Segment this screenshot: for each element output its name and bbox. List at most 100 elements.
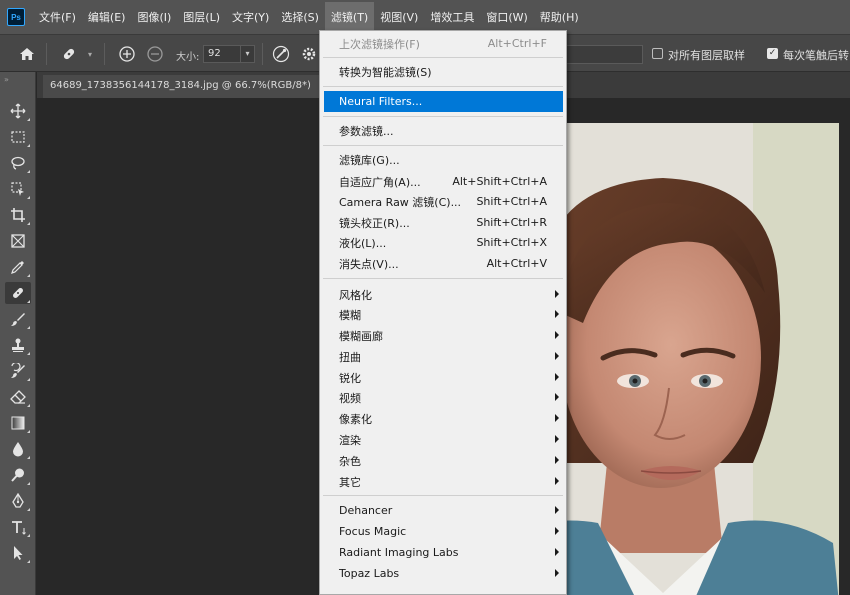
menu-item-shortcut: Shift+Ctrl+A: [476, 195, 547, 208]
menu-item-other[interactable]: 其它: [321, 471, 565, 492]
pen-tool-icon[interactable]: [5, 490, 31, 512]
frame-tool-icon[interactable]: [5, 230, 31, 252]
menu-separator: [323, 495, 563, 496]
healing-brush-preset-icon[interactable]: [56, 43, 82, 65]
menu-item-label: 模糊: [339, 308, 361, 322]
menu-help[interactable]: 帮助(H): [534, 2, 585, 32]
menu-item-topaz-labs[interactable]: Topaz Labs: [321, 563, 565, 584]
menu-item-pixelate[interactable]: 像素化: [321, 408, 565, 429]
menu-item-label: 风格化: [339, 288, 372, 302]
menu-filter[interactable]: 滤镜(T): [324, 2, 375, 32]
menu-item-label: 镜头校正(R)...: [339, 216, 410, 230]
menu-item-dehancer[interactable]: Dehancer: [321, 500, 565, 521]
stroke-option-checkbox[interactable]: ✓: [767, 48, 778, 59]
menu-item-stylize[interactable]: 风格化: [321, 284, 565, 305]
object-selection-tool-icon[interactable]: [5, 178, 31, 200]
healing-brush-tool-icon[interactable]: [5, 282, 31, 304]
menu-item-label: Neural Filters...: [339, 95, 423, 108]
menu-layer[interactable]: 图层(L): [177, 2, 226, 32]
menu-item-sharpen[interactable]: 锐化: [321, 367, 565, 388]
gradient-tool-icon[interactable]: [5, 412, 31, 434]
menu-plugins[interactable]: 增效工具: [424, 2, 480, 32]
marquee-tool-icon[interactable]: [5, 126, 31, 148]
menu-image[interactable]: 图像(I): [131, 2, 177, 32]
history-brush-tool-icon[interactable]: [5, 360, 31, 382]
add-mode-icon[interactable]: [116, 43, 138, 65]
clone-stamp-tool-icon[interactable]: [5, 334, 31, 356]
menu-item-camera-raw-filter[interactable]: Camera Raw 滤镜(C)... Shift+Ctrl+A: [321, 191, 565, 212]
menu-item-label: 杂色: [339, 454, 361, 468]
menu-item-lens-correction[interactable]: 镜头校正(R)... Shift+Ctrl+R: [321, 212, 565, 233]
menu-separator: [323, 86, 563, 87]
submenu-arrow-icon: [555, 548, 559, 556]
menu-item-filter-gallery[interactable]: 滤镜库(G)...: [321, 149, 565, 170]
menu-window[interactable]: 窗口(W): [480, 2, 533, 32]
menu-item-last-filter[interactable]: 上次滤镜操作(F) Alt+Ctrl+F: [321, 33, 565, 54]
menu-item-noise[interactable]: 杂色: [321, 450, 565, 471]
menu-view[interactable]: 视图(V): [374, 2, 424, 32]
menu-separator: [323, 57, 563, 58]
menu-item-label: 上次滤镜操作(F): [339, 37, 420, 51]
path-selection-tool-icon[interactable]: [5, 542, 31, 564]
menu-item-vanishing-point[interactable]: 消失点(V)... Alt+Ctrl+V: [321, 253, 565, 274]
menu-item-label: Radiant Imaging Labs: [339, 546, 459, 559]
home-icon[interactable]: [14, 43, 40, 65]
menu-item-label: Topaz Labs: [339, 567, 400, 580]
menu-item-shortcut: Alt+Shift+Ctrl+A: [452, 175, 547, 188]
menu-item-label: 转换为智能滤镜(S): [339, 65, 432, 79]
pressure-icon[interactable]: [270, 43, 292, 65]
menu-item-video[interactable]: 视频: [321, 387, 565, 408]
submenu-arrow-icon: [555, 393, 559, 401]
options-separator: [262, 43, 263, 65]
dodge-tool-icon[interactable]: [5, 464, 31, 486]
menu-item-distort[interactable]: 扭曲: [321, 346, 565, 367]
menu-item-neural-filters[interactable]: Neural Filters...: [324, 91, 563, 112]
menu-edit[interactable]: 编辑(E): [82, 2, 132, 32]
menu-bar: Ps 文件(F) 编辑(E) 图像(I) 图层(L) 文字(Y) 选择(S) 滤…: [0, 0, 850, 34]
menu-separator: [323, 116, 563, 117]
menu-file[interactable]: 文件(F): [33, 2, 82, 32]
tools-panel: »: [0, 72, 36, 595]
menu-item-label: 像素化: [339, 412, 372, 426]
eyedropper-tool-icon[interactable]: [5, 256, 31, 278]
preset-dropdown-chevron-icon[interactable]: ▾: [84, 43, 96, 65]
menu-item-parametric-filters[interactable]: 参数滤镜...: [321, 120, 565, 141]
menu-item-blur[interactable]: 模糊: [321, 304, 565, 325]
sample-all-layers-checkbox[interactable]: [652, 48, 663, 59]
crop-tool-icon[interactable]: [5, 204, 31, 226]
menu-item-adaptive-wide-angle[interactable]: 自适应广角(A)... Alt+Shift+Ctrl+A: [321, 171, 565, 192]
photoshop-logo-icon[interactable]: Ps: [7, 8, 25, 26]
mode-dropdown[interactable]: [566, 45, 643, 64]
brush-tool-icon[interactable]: [5, 308, 31, 330]
menu-item-shortcut: Shift+Ctrl+R: [476, 216, 547, 229]
size-label: 大小:: [176, 52, 200, 63]
submenu-arrow-icon: [555, 456, 559, 464]
menu-item-label: 渲染: [339, 433, 361, 447]
menu-item-convert-smart-filters[interactable]: 转换为智能滤镜(S): [321, 61, 565, 82]
blur-tool-icon[interactable]: [5, 438, 31, 460]
menu-item-liquify[interactable]: 液化(L)... Shift+Ctrl+X: [321, 232, 565, 253]
menu-item-label: 扭曲: [339, 350, 361, 364]
type-tool-icon[interactable]: [5, 516, 31, 538]
panel-collapse-icon[interactable]: »: [4, 75, 9, 84]
menu-select[interactable]: 选择(S): [275, 2, 325, 32]
menu-item-render[interactable]: 渲染: [321, 429, 565, 450]
menu-item-radiant-imaging-labs[interactable]: Radiant Imaging Labs: [321, 542, 565, 563]
menu-item-blur-gallery[interactable]: 模糊画廊: [321, 325, 565, 346]
move-tool-icon[interactable]: [5, 100, 31, 122]
eraser-tool-icon[interactable]: [5, 386, 31, 408]
menu-type[interactable]: 文字(Y): [226, 2, 275, 32]
menu-item-label: 消失点(V)...: [339, 257, 399, 271]
menu-item-shortcut: Alt+Ctrl+V: [486, 257, 547, 270]
subtract-mode-icon[interactable]: [144, 43, 166, 65]
lasso-tool-icon[interactable]: [5, 152, 31, 174]
submenu-arrow-icon: [555, 527, 559, 535]
size-input[interactable]: 92: [203, 45, 241, 63]
settings-gear-icon[interactable]: [300, 43, 318, 65]
menu-item-focus-magic[interactable]: Focus Magic: [321, 521, 565, 542]
submenu-arrow-icon: [555, 310, 559, 318]
submenu-arrow-icon: [555, 290, 559, 298]
menu-item-label: 滤镜库(G)...: [339, 153, 400, 167]
size-dropdown-chevron-icon[interactable]: ▾: [241, 45, 255, 63]
menu-item-label: 其它: [339, 475, 361, 489]
